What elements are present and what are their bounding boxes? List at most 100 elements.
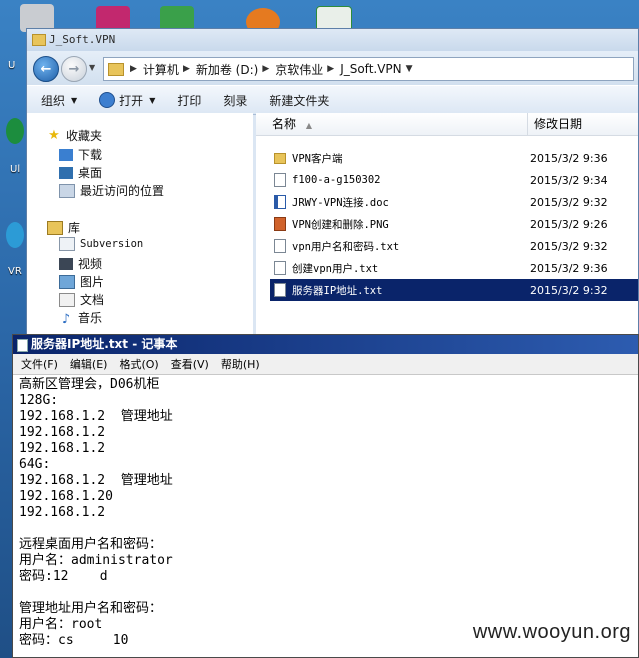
image-file-icon — [274, 217, 286, 231]
menu-help[interactable]: 帮助(H) — [221, 356, 260, 372]
text-file-icon — [274, 261, 286, 275]
text-line: 密码:12 d — [19, 569, 108, 584]
menu-view[interactable]: 查看(V) — [171, 356, 209, 372]
chevron-right-icon[interactable]: ▶ — [262, 64, 269, 74]
nav-label: 收藏夹 — [66, 129, 103, 143]
new-folder-button[interactable]: 新建文件夹 — [269, 92, 329, 109]
forward-button[interactable]: → — [61, 56, 87, 82]
burn-button[interactable]: 刻录 — [223, 92, 247, 109]
nav-label: 视频 — [78, 257, 103, 271]
chevron-right-icon[interactable]: ▶ — [183, 64, 190, 74]
address-bar[interactable]: ▶ 计算机 ▶ 新加卷 (D:) ▶ 京软伟业 ▶ J_Soft.VPN ▼ — [103, 57, 634, 81]
nav-desktop[interactable]: 桌面 — [59, 164, 102, 181]
sort-ascending-icon: ▲ — [305, 121, 312, 130]
text-line: 192.168.1.2 — [19, 441, 106, 456]
text-line: 用户名：administrator — [19, 553, 173, 568]
recent-pages-dropdown[interactable]: ▼ — [89, 63, 95, 72]
file-date: 2015/3/2 9:36 — [530, 261, 608, 275]
address-row: ← → ▼ ▶ 计算机 ▶ 新加卷 (D:) ▶ 京软伟业 ▶ J_Soft.V… — [27, 51, 638, 85]
file-row[interactable]: VPN创建和删除.PNG 2015/3/2 9:26 — [270, 213, 638, 235]
notepad-title-bar[interactable]: 服务器IP地址.txt - 记事本 — [13, 335, 638, 354]
new-folder-label: 新建文件夹 — [269, 93, 330, 108]
word-doc-icon — [274, 195, 286, 209]
explorer-title-bar[interactable]: J_Soft.VPN — [27, 29, 638, 51]
file-name: 服务器IP地址.txt — [292, 284, 383, 297]
breadcrumb-folder[interactable]: 京软伟业 — [275, 61, 323, 78]
file-row[interactable]: JRWY-VPN连接.doc 2015/3/2 9:32 — [270, 191, 638, 213]
desktop-icon-7[interactable] — [6, 222, 24, 248]
back-button[interactable]: ← — [33, 56, 59, 82]
nav-downloads[interactable]: 下载 — [59, 146, 102, 163]
command-toolbar: 组织 ▼ 打开 ▼ 打印 刻录 新建文件夹 — [27, 85, 638, 115]
breadcrumb-drive[interactable]: 新加卷 (D:) — [196, 61, 258, 78]
video-icon — [59, 257, 73, 270]
notepad-text-area[interactable]: 高新区管理会，D06机柜 128G: 192.168.1.2 管理地址 192.… — [19, 377, 634, 657]
text-line: 远程桌面用户名和密码： — [19, 537, 163, 552]
organize-label: 组织 — [41, 93, 66, 108]
documents-icon — [59, 292, 75, 307]
menu-format[interactable]: 格式(O) — [119, 356, 158, 372]
column-date[interactable]: 修改日期 — [528, 113, 582, 135]
breadcrumb-computer[interactable]: 计算机 — [143, 61, 179, 78]
file-date: 2015/3/2 9:26 — [530, 217, 608, 231]
file-row[interactable]: f100-a-g150302 2015/3/2 9:34 — [270, 169, 638, 191]
nav-video[interactable]: 视频 — [59, 255, 102, 272]
nav-music[interactable]: ♪ 音乐 — [59, 309, 102, 327]
file-row-selected[interactable]: 服务器IP地址.txt 2015/3/2 9:32 — [270, 279, 638, 301]
nav-recent[interactable]: 最近访问的位置 — [59, 182, 164, 199]
text-line: 128G: — [19, 393, 59, 408]
folder-icon — [32, 34, 46, 46]
file-row[interactable]: 创建vpn用户.txt 2015/3/2 9:36 — [270, 257, 638, 279]
folder-icon — [274, 152, 286, 164]
file-row[interactable]: vpn用户名和密码.txt 2015/3/2 9:32 — [270, 235, 638, 257]
print-label: 打印 — [177, 93, 202, 108]
navigation-pane: ★ 收藏夹 下载 桌面 最近访问的位置 库 Subversion 视频 图片 文… — [27, 113, 253, 337]
nav-label: 图片 — [80, 275, 105, 289]
nav-favorites[interactable]: ★ 收藏夹 — [47, 127, 102, 144]
chevron-down-icon: ▼ — [149, 95, 156, 105]
file-list: 名称 ▲ 修改日期 VPN客户端 2015/3/2 9:36 f100-a-g1… — [256, 113, 638, 337]
text-line: 192.168.1.2 — [19, 425, 106, 440]
notepad-title: 服务器IP地址.txt - 记事本 — [31, 337, 178, 351]
chevron-right-icon[interactable]: ▶ — [130, 64, 137, 74]
text-line: 192.168.1.2 — [19, 505, 106, 520]
subversion-icon — [59, 237, 75, 251]
file-date: 2015/3/2 9:32 — [530, 239, 608, 253]
nav-label: 桌面 — [78, 166, 103, 180]
nav-libraries[interactable]: 库 — [47, 219, 80, 236]
nav-label: Subversion — [80, 238, 144, 250]
file-name: VPN创建和删除.PNG — [292, 218, 389, 231]
nav-pictures[interactable]: 图片 — [59, 273, 104, 290]
column-name[interactable]: 名称 ▲ — [256, 113, 528, 135]
star-icon: ★ — [48, 128, 60, 143]
print-button[interactable]: 打印 — [177, 92, 201, 109]
music-note-icon: ♪ — [61, 311, 71, 327]
menu-edit[interactable]: 编辑(E) — [70, 356, 108, 372]
desktop-icon-label: VR — [8, 266, 22, 277]
recent-places-icon — [59, 183, 75, 198]
text-line — [19, 585, 634, 601]
nav-label: 文档 — [80, 293, 105, 307]
nav-documents[interactable]: 文档 — [59, 291, 104, 308]
notepad-menu-bar: 文件(F) 编辑(E) 格式(O) 查看(V) 帮助(H) — [13, 354, 638, 375]
nav-label: 下载 — [78, 148, 103, 162]
file-row[interactable]: VPN客户端 2015/3/2 9:36 — [270, 147, 638, 169]
folder-icon — [108, 62, 124, 76]
breadcrumb-current[interactable]: J_Soft.VPN — [340, 62, 401, 76]
text-line: 64G: — [19, 457, 51, 472]
organize-button[interactable]: 组织 ▼ — [41, 92, 77, 109]
chevron-right-icon[interactable]: ▶ — [327, 64, 334, 74]
text-line: 192.168.1.20 — [19, 489, 113, 504]
file-name: vpn用户名和密码.txt — [292, 240, 400, 253]
text-file-icon — [274, 283, 286, 297]
desktop-icon-6[interactable] — [6, 118, 24, 144]
text-line: 192.168.1.2 管理地址 — [19, 473, 173, 488]
desktop-icon — [59, 166, 73, 179]
library-icon — [47, 220, 63, 235]
chevron-down-icon[interactable]: ▼ — [406, 64, 413, 74]
nav-subversion[interactable]: Subversion — [59, 237, 143, 251]
file-name: f100-a-g150302 — [292, 174, 381, 186]
open-button[interactable]: 打开 ▼ — [99, 92, 155, 109]
nav-label: 最近访问的位置 — [80, 184, 165, 198]
menu-file[interactable]: 文件(F) — [21, 356, 58, 372]
